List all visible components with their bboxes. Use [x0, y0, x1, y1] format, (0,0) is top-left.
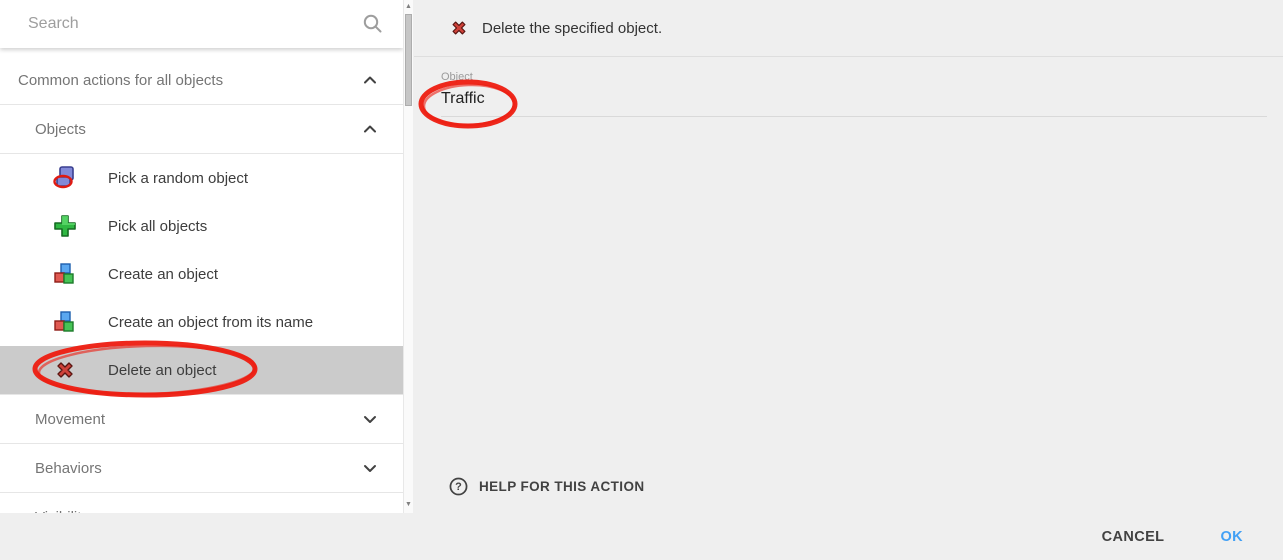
svg-text:?: ?	[455, 481, 462, 493]
help-for-this-action-button[interactable]: ? HELP FOR THIS ACTION	[442, 468, 657, 505]
object-field-label: Object	[441, 71, 1267, 83]
chevron-down-icon	[358, 407, 382, 431]
section-common-actions[interactable]: Common actions for all objects	[0, 56, 403, 104]
pick-all-objects-icon	[52, 213, 78, 239]
section-label: Common actions for all objects	[18, 72, 223, 89]
action-editor-panel: Delete the specified object. Object ? HE…	[414, 0, 1283, 513]
chevron-down-icon	[358, 456, 382, 480]
object-field: Object	[414, 57, 1283, 117]
scroll-down-arrow-icon[interactable]: ▼	[404, 498, 413, 510]
help-button-label: HELP FOR THIS ACTION	[479, 479, 645, 494]
action-item-label: Delete an object	[108, 362, 216, 379]
action-item-pick-all-objects[interactable]: Pick all objects	[0, 202, 403, 250]
delete-cross-icon	[52, 357, 78, 383]
help-circle-icon: ?	[448, 476, 469, 497]
create-object-icon	[52, 261, 78, 287]
scroll-up-arrow-icon[interactable]: ▲	[404, 0, 413, 12]
cancel-button[interactable]: CANCEL	[1086, 521, 1181, 553]
actions-list: Common actions for all objects Objects P…	[0, 48, 403, 513]
section-movement[interactable]: Movement	[0, 395, 403, 443]
dialog-footer: CANCEL OK	[0, 513, 1283, 560]
action-item-label: Create an object	[108, 266, 218, 283]
chevron-up-icon	[358, 117, 382, 141]
sidebar-scrollbar[interactable]: ▲ ▼	[403, 0, 413, 513]
search-bar[interactable]	[0, 0, 403, 48]
action-item-pick-random-object[interactable]: Pick a random object	[0, 154, 403, 202]
action-header: Delete the specified object.	[414, 0, 1283, 57]
action-item-create-object-from-name[interactable]: Create an object from its name	[0, 298, 403, 346]
action-title: Delete the specified object.	[482, 20, 662, 37]
chevron-up-icon	[358, 68, 382, 92]
section-label: Movement	[35, 411, 105, 428]
object-field-input[interactable]	[441, 83, 1267, 117]
delete-cross-icon	[448, 17, 470, 39]
action-item-label: Pick all objects	[108, 218, 207, 235]
scrollbar-thumb[interactable]	[405, 14, 412, 106]
section-label: Behaviors	[35, 460, 102, 477]
search-input[interactable]	[0, 15, 361, 33]
magnifier-icon[interactable]	[361, 12, 385, 36]
section-visibility[interactable]: Visibility	[0, 493, 403, 513]
section-objects[interactable]: Objects	[0, 105, 403, 153]
section-label: Objects	[35, 121, 86, 138]
pick-random-object-icon	[52, 165, 78, 191]
ok-button[interactable]: OK	[1204, 521, 1259, 553]
section-behaviors[interactable]: Behaviors	[0, 444, 403, 492]
action-item-label: Create an object from its name	[108, 314, 313, 331]
actions-sidebar: Common actions for all objects Objects P…	[0, 0, 403, 513]
action-item-label: Pick a random object	[108, 170, 248, 187]
action-item-delete-an-object[interactable]: Delete an object	[0, 346, 403, 394]
action-item-create-an-object[interactable]: Create an object	[0, 250, 403, 298]
create-object-icon	[52, 309, 78, 335]
